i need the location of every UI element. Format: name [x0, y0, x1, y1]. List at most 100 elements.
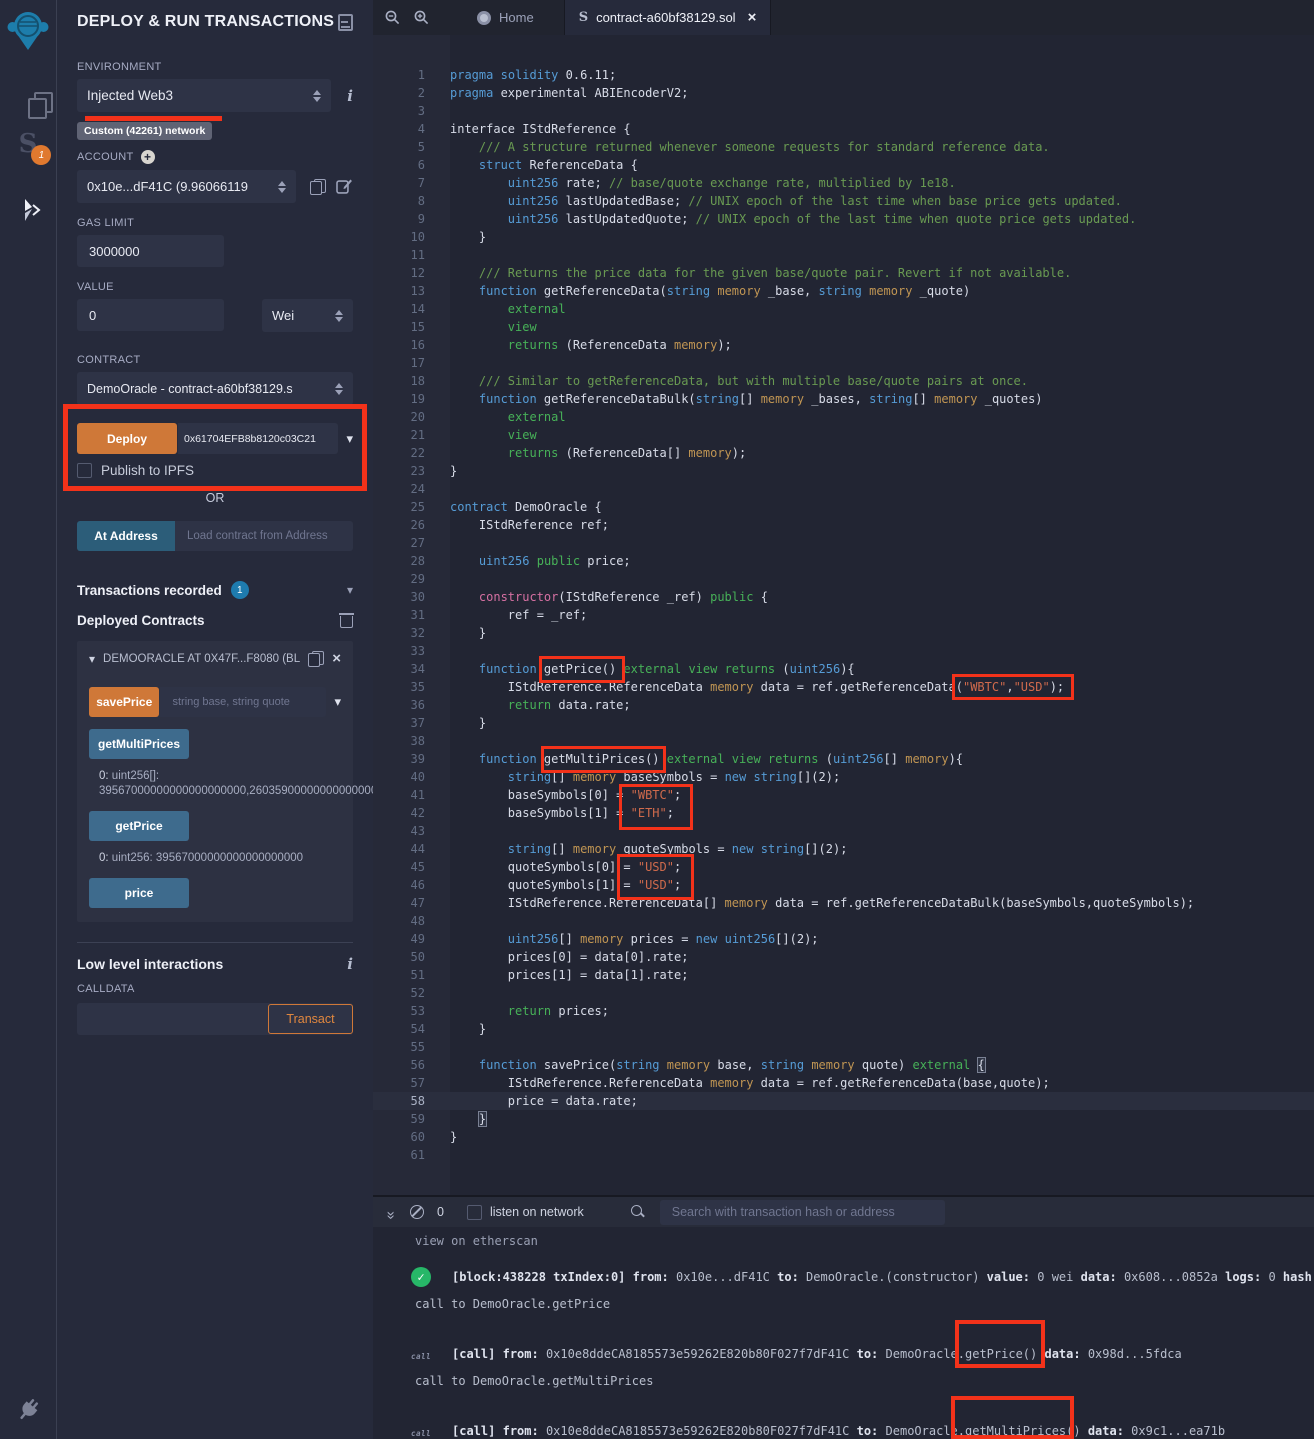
code-line[interactable]: 39 function getMultiPrices() external vi…	[373, 750, 1314, 768]
terminal-search-input[interactable]	[660, 1200, 945, 1225]
code-line[interactable]: 47 IStdReference.ReferenceData[] memory …	[373, 894, 1314, 912]
code-line[interactable]: 5 /// A structure returned whenever some…	[373, 138, 1314, 156]
environment-select[interactable]: Injected Web3	[77, 79, 331, 112]
code-line[interactable]: 54 }	[373, 1020, 1314, 1038]
deploy-run-icon[interactable]	[15, 197, 41, 228]
listen-network-checkbox[interactable]	[467, 1205, 482, 1220]
code-line[interactable]: 50 prices[0] = data[0].rate;	[373, 948, 1314, 966]
code-line[interactable]: 49 uint256[] memory prices = new uint256…	[373, 930, 1314, 948]
transact-button[interactable]: Transact	[268, 1004, 353, 1034]
tab-home[interactable]: Home	[463, 0, 548, 35]
code-line[interactable]: 19 function getReferenceDataBulk(string[…	[373, 390, 1314, 408]
at-address-input[interactable]	[175, 521, 353, 551]
environment-info-icon[interactable]: i	[347, 87, 353, 105]
code-editor[interactable]: 1pragma solidity 0.6.11;2pragma experime…	[373, 35, 1314, 1195]
code-line[interactable]: 1pragma solidity 0.6.11;	[373, 66, 1314, 84]
code-line[interactable]: 22 returns (ReferenceData[] memory);	[373, 444, 1314, 462]
code-line[interactable]: 23}	[373, 462, 1314, 480]
remove-instance-icon[interactable]: ×	[332, 650, 341, 667]
saveprice-button[interactable]: savePrice	[89, 687, 159, 717]
code-line[interactable]: 56 function savePrice(string memory base…	[373, 1056, 1314, 1074]
code-line[interactable]: 45 quoteSymbols[0] = "USD";	[373, 858, 1314, 876]
code-line[interactable]: 18 /// Similar to getReferenceData, but …	[373, 372, 1314, 390]
code-line[interactable]: 13 function getReferenceData(string memo…	[373, 282, 1314, 300]
code-line[interactable]: 4interface IStdReference {	[373, 120, 1314, 138]
code-line[interactable]: 6 struct ReferenceData {	[373, 156, 1314, 174]
code-line[interactable]: 57 IStdReference.ReferenceData memory da…	[373, 1074, 1314, 1092]
code-line[interactable]: 53 return prices;	[373, 1002, 1314, 1020]
code-line[interactable]: 61	[373, 1146, 1314, 1164]
code-line[interactable]: 17	[373, 354, 1314, 372]
code-line[interactable]: 28 uint256 public price;	[373, 552, 1314, 570]
terminal-line[interactable]: call[call] from: 0x10e8ddeCA8185573e5926…	[373, 1346, 1314, 1362]
deploy-button[interactable]: Deploy	[77, 423, 177, 454]
code-line[interactable]: 41 baseSymbols[0] = "WBTC";	[373, 786, 1314, 804]
terminal-line[interactable]: call to DemoOracle.getMultiPrices	[373, 1373, 1314, 1389]
code-line[interactable]: 10 }	[373, 228, 1314, 246]
code-line[interactable]: 2pragma experimental ABIEncoderV2;	[373, 84, 1314, 102]
code-line[interactable]: 7 uint256 rate; // base/quote exchange r…	[373, 174, 1314, 192]
code-line[interactable]: 26 IStdReference ref;	[373, 516, 1314, 534]
expand-args-icon[interactable]: ▾	[334, 694, 341, 710]
deploy-arg-input[interactable]	[178, 423, 338, 454]
code-line[interactable]: 37 }	[373, 714, 1314, 732]
plugin-manager-icon[interactable]	[15, 1396, 41, 1427]
code-line[interactable]: 24	[373, 480, 1314, 498]
price-button[interactable]: price	[89, 878, 189, 908]
code-line[interactable]: 52	[373, 984, 1314, 1002]
code-line[interactable]: 34 function getPrice() external view ret…	[373, 660, 1314, 678]
gas-limit-input[interactable]	[77, 235, 224, 267]
code-line[interactable]: 21 view	[373, 426, 1314, 444]
clear-instances-icon[interactable]	[340, 613, 353, 628]
code-line[interactable]: 27	[373, 534, 1314, 552]
code-line[interactable]: 30 constructor(IStdReference _ref) publi…	[373, 588, 1314, 606]
account-select[interactable]: 0x10e...dF41C (9.96066119	[77, 170, 296, 203]
code-line[interactable]: 12 /// Returns the price data for the gi…	[373, 264, 1314, 282]
code-line[interactable]: 51 prices[1] = data[1].rate;	[373, 966, 1314, 984]
code-line[interactable]: 55	[373, 1038, 1314, 1056]
contract-select[interactable]: DemoOracle - contract-a60bf38129.s	[77, 372, 353, 405]
sign-message-icon[interactable]	[336, 178, 353, 195]
code-line[interactable]: 48	[373, 912, 1314, 930]
code-line[interactable]: 46 quoteSymbols[1] = "USD";	[373, 876, 1314, 894]
code-line[interactable]: 3	[373, 102, 1314, 120]
zoom-out-icon[interactable]	[385, 10, 400, 25]
publish-ipfs-checkbox[interactable]	[77, 463, 92, 478]
clear-terminal-icon[interactable]	[410, 1205, 424, 1219]
terminal-log[interactable]: view on etherscan✓[block:438228 txIndex:…	[373, 1227, 1314, 1439]
code-line[interactable]: 40 string[] memory baseSymbols = new str…	[373, 768, 1314, 786]
code-line[interactable]: 42 baseSymbols[1] = "ETH";	[373, 804, 1314, 822]
copy-account-icon[interactable]	[310, 179, 326, 195]
terminal-line[interactable]: view on etherscan	[373, 1233, 1314, 1249]
code-line[interactable]: 35 IStdReference.ReferenceData memory da…	[373, 678, 1314, 696]
value-input[interactable]	[77, 299, 224, 331]
code-line[interactable]: 11	[373, 246, 1314, 264]
code-line[interactable]: 44 string[] memory quoteSymbols = new st…	[373, 840, 1314, 858]
chevron-down-icon[interactable]: ▾	[347, 583, 353, 597]
at-address-button[interactable]: At Address	[77, 521, 175, 551]
code-line[interactable]: 16 returns (ReferenceData memory);	[373, 336, 1314, 354]
tab-contract-file[interactable]: S contract-a60bf38129.sol ×	[564, 0, 772, 35]
close-tab-icon[interactable]: ×	[748, 9, 757, 26]
code-line[interactable]: 59 }	[373, 1110, 1314, 1128]
code-line[interactable]: 29	[373, 570, 1314, 588]
terminal-line[interactable]: call to DemoOracle.getPrice	[373, 1296, 1314, 1312]
collapse-instance-icon[interactable]: ▾	[89, 652, 95, 666]
saveprice-args-input[interactable]	[160, 687, 326, 717]
code-line[interactable]: 38	[373, 732, 1314, 750]
code-line[interactable]: 8 uint256 lastUpdatedBase; // UNIX epoch…	[373, 192, 1314, 210]
code-line[interactable]: 14 external	[373, 300, 1314, 318]
code-line[interactable]: 36 return data.rate;	[373, 696, 1314, 714]
copy-instance-icon[interactable]	[308, 651, 324, 667]
code-line[interactable]: 20 external	[373, 408, 1314, 426]
code-line[interactable]: 9 uint256 lastUpdatedQuote; // UNIX epoc…	[373, 210, 1314, 228]
getmultiprices-button[interactable]: getMultiPrices	[89, 729, 189, 759]
create-account-icon[interactable]: +	[141, 150, 155, 164]
code-line[interactable]: 60}	[373, 1128, 1314, 1146]
code-line[interactable]: 43	[373, 822, 1314, 840]
code-line[interactable]: 15 view	[373, 318, 1314, 336]
code-line[interactable]: 33	[373, 642, 1314, 660]
expand-args-icon[interactable]: ▾	[346, 431, 353, 447]
getprice-button[interactable]: getPrice	[89, 811, 189, 841]
low-level-info-icon[interactable]: i	[347, 955, 353, 973]
